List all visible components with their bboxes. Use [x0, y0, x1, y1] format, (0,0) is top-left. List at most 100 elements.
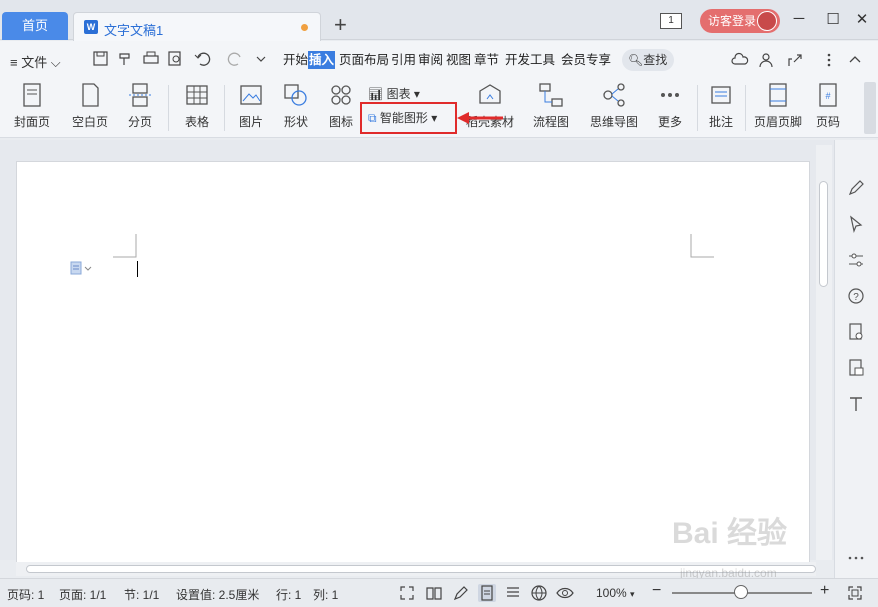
chart-icon: 📊︎ — [368, 87, 384, 101]
cloud-icon[interactable] — [731, 51, 749, 69]
search-button[interactable]: 🔍︎查找 — [622, 49, 674, 71]
material-button[interactable]: 稻壳素材 — [462, 81, 518, 133]
settings-sliders-icon[interactable] — [846, 250, 866, 270]
watermark-logo: Bai 经验 — [672, 517, 788, 550]
picture-icon — [237, 81, 265, 109]
minimize-button[interactable]: ─ — [789, 10, 809, 27]
undo-icon[interactable] — [194, 51, 212, 67]
status-pages: 页面: 1/1 — [59, 588, 107, 602]
ribbon-divider — [697, 85, 698, 131]
comment-icon — [707, 81, 735, 109]
header-footer-icon — [764, 81, 792, 109]
text-format-icon[interactable] — [846, 394, 866, 414]
ribbon-divider — [224, 85, 225, 131]
document-page[interactable] — [16, 161, 810, 565]
tab-references[interactable]: 引用 — [390, 51, 417, 69]
document-export-icon[interactable] — [846, 358, 866, 378]
share-icon[interactable] — [786, 51, 804, 69]
menu-bar: ≡ 文件 ⌵ 开始 插入 页面布局 引用 审阅 视图 章节 开发工具 会员专享 … — [0, 41, 878, 79]
icons-button[interactable]: 图标 — [322, 81, 360, 133]
save-icon[interactable] — [92, 51, 110, 67]
tab-sections[interactable]: 章节 — [473, 51, 500, 69]
zoom-in-button[interactable]: + — [820, 582, 829, 600]
table-icon — [183, 81, 211, 109]
window-count-button[interactable]: 1 — [660, 13, 682, 29]
tab-developer[interactable]: 开发工具 — [504, 51, 556, 69]
tab-home[interactable]: 首页 — [2, 12, 68, 40]
status-setting[interactable]: 设置值: 2.5厘米 — [176, 586, 259, 603]
write-mode-icon[interactable] — [452, 584, 470, 602]
print-icon[interactable] — [142, 51, 160, 67]
tab-page-layout[interactable]: 页面布局 — [338, 51, 390, 69]
more-options-icon[interactable] — [820, 51, 838, 69]
tab-start[interactable]: 开始 — [282, 51, 309, 69]
tab-view[interactable]: 视图 — [445, 51, 472, 69]
blank-page-button[interactable]: 空白页 — [64, 81, 116, 133]
help-icon[interactable]: ? — [846, 286, 866, 306]
page-number-button[interactable]: # 页码 — [810, 81, 846, 133]
add-tab-button[interactable]: + — [334, 12, 347, 38]
text-cursor — [137, 261, 138, 277]
highlight-box — [360, 102, 457, 134]
tab-insert[interactable]: 插入 — [308, 51, 336, 69]
status-section: 节: 1/1 — [124, 588, 160, 602]
more-icon — [656, 81, 684, 109]
margin-corner-top-left — [113, 234, 137, 258]
table-button[interactable]: 表格 — [176, 81, 218, 133]
zoom-out-button[interactable]: − — [652, 582, 661, 600]
shape-button[interactable]: 形状 — [276, 81, 316, 133]
user-share-icon[interactable] — [758, 51, 776, 69]
vertical-scrollbar[interactable] — [816, 145, 832, 560]
paragraph-handle-icon[interactable] — [70, 261, 92, 275]
writer-doc-icon: W — [84, 20, 98, 34]
flowchart-button[interactable]: 流程图 — [526, 81, 576, 133]
eye-protection-icon[interactable] — [556, 584, 574, 602]
unsaved-dot-icon — [301, 24, 308, 31]
page-break-icon — [126, 81, 154, 109]
zoom-level[interactable]: 100% — [596, 586, 627, 600]
chevron-down-icon[interactable] — [252, 51, 270, 67]
zoom-slider-knob[interactable] — [734, 585, 748, 599]
ribbon-scroll-button[interactable] — [864, 82, 876, 134]
comment-button[interactable]: 批注 — [704, 81, 738, 133]
more-panel-icon[interactable] — [846, 548, 866, 568]
chart-button[interactable]: 📊︎ 图表 ▾ — [368, 85, 420, 102]
zoom-chevron-icon[interactable]: ▾ — [630, 589, 635, 600]
file-menu[interactable]: ≡ 文件 ⌵ — [10, 52, 61, 71]
edit-pen-icon[interactable] — [846, 178, 866, 198]
tab-review[interactable]: 审阅 — [417, 51, 444, 69]
close-button[interactable]: ✕ — [852, 10, 872, 28]
fit-page-icon[interactable] — [846, 584, 864, 602]
mindmap-button[interactable]: 思维导图 — [584, 81, 644, 133]
tab-document[interactable]: W 文字文稿1 — [73, 12, 321, 41]
reading-mode-icon[interactable] — [425, 584, 443, 602]
document-settings-icon[interactable] — [846, 322, 866, 342]
page-break-button[interactable]: 分页 — [120, 81, 160, 133]
margin-corner-top-right — [690, 234, 714, 258]
ribbon-divider — [745, 85, 746, 131]
header-footer-button[interactable]: 页眉页脚 — [752, 81, 804, 133]
page-number-icon: # — [814, 81, 842, 109]
login-label: 访客登录 — [708, 14, 757, 28]
status-bar: 页码: 1 页面: 1/1 节: 1/1 设置值: 2.5厘米 行: 1 列: … — [0, 578, 878, 607]
maximize-button[interactable]: ☐ — [823, 10, 843, 28]
vertical-scroll-thumb[interactable] — [819, 181, 828, 287]
page-view-icon[interactable] — [478, 584, 496, 602]
mindmap-icon — [600, 81, 628, 109]
cover-page-button[interactable]: 封面页 — [6, 81, 58, 133]
tab-member[interactable]: 会员专享 — [560, 51, 612, 69]
fullscreen-icon[interactable] — [398, 584, 416, 602]
web-view-icon[interactable] — [530, 584, 548, 602]
redo-icon[interactable] — [226, 51, 244, 67]
avatar — [757, 11, 777, 31]
select-pointer-icon[interactable] — [846, 214, 866, 234]
collapse-ribbon-icon[interactable] — [846, 51, 864, 69]
login-button[interactable]: 访客登录 — [700, 9, 780, 33]
format-painter-icon[interactable] — [117, 51, 135, 67]
print-preview-icon[interactable] — [167, 51, 185, 67]
icons-icon — [327, 81, 355, 109]
outline-view-icon[interactable] — [504, 584, 522, 602]
more-button[interactable]: 更多 — [650, 81, 690, 133]
status-column: 列: 1 — [313, 588, 339, 602]
picture-button[interactable]: 图片 — [230, 81, 272, 133]
